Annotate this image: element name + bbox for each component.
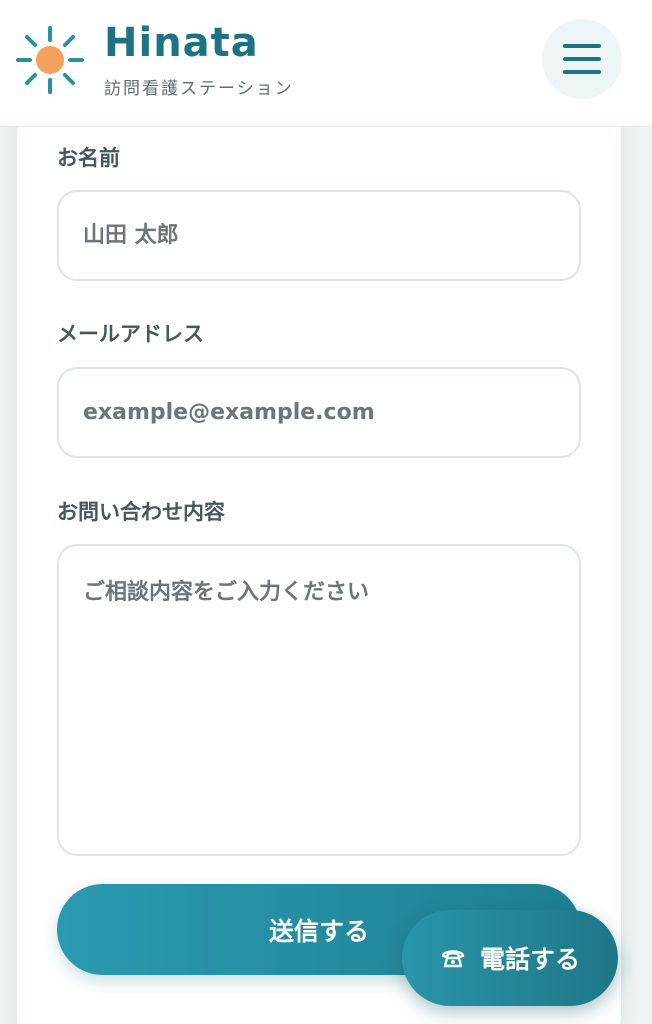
hamburger-menu-icon-bar (563, 70, 601, 74)
message-textarea[interactable] (57, 544, 581, 856)
phone-icon (441, 950, 465, 968)
site-header: Hinata 訪問看護ステーション (0, 0, 652, 127)
hamburger-menu-icon (563, 44, 601, 48)
hamburger-menu-icon-bar (563, 57, 601, 61)
email-label: メールアドレス (57, 322, 204, 346)
floating-call-label: 電話する (479, 945, 580, 974)
brand-name[interactable]: Hinata (104, 20, 259, 66)
message-label: お問い合わせ内容 (57, 500, 225, 524)
name-input[interactable] (57, 190, 581, 281)
brand-subtitle: 訪問看護ステーション (104, 79, 294, 99)
floating-call-button[interactable]: 電話する (402, 910, 618, 1006)
menu-button[interactable] (542, 19, 622, 99)
sun-icon (16, 26, 84, 94)
email-input[interactable] (57, 367, 581, 458)
name-label: お名前 (57, 146, 120, 170)
